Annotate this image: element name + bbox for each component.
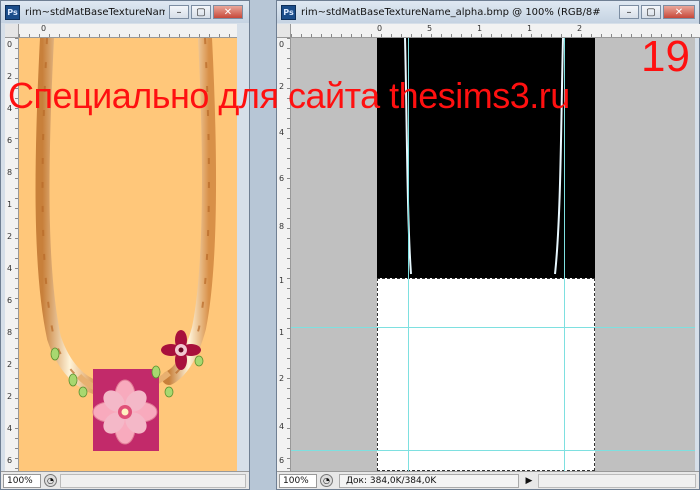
ruler-tick: 8 — [279, 222, 285, 231]
site-watermark: Специально для сайта thesims3.ru — [8, 75, 570, 116]
info-icon[interactable]: ◔ — [320, 474, 333, 487]
left-title-bar[interactable]: Ps rim~stdMatBaseTextureNam... — [1, 1, 249, 23]
step-number: 19 — [641, 32, 690, 81]
left-ruler-top[interactable]: 0 — [19, 24, 237, 38]
left-status-bar: 100% ◔ — [1, 471, 249, 489]
ruler-tick: 4 — [279, 128, 285, 137]
ruler-tick: 2 — [279, 374, 285, 383]
zoom-level-input[interactable]: 100% — [3, 473, 41, 488]
ruler-tick: 6 — [279, 456, 285, 465]
ruler-tick: 4 — [7, 424, 13, 433]
ruler-tick: 6 — [7, 136, 13, 145]
ruler-tick: 0 — [41, 24, 47, 33]
right-window-title: rim~stdMatBaseTextureName_alpha.bmp @ 10… — [301, 6, 601, 18]
minimize-icon[interactable]: – — [169, 5, 189, 19]
document-size-info[interactable]: Док: 384,0K/384,0K — [339, 473, 519, 488]
ruler-tick: 1 — [527, 24, 533, 33]
left-document-window[interactable]: Ps rim~stdMatBaseTextureNam... – ▢ ✕ 0 0… — [0, 0, 250, 490]
right-ruler-top[interactable]: 0 5 1 1 2 — [291, 24, 700, 38]
ruler-tick: 1 — [7, 200, 13, 209]
ruler-tick: 4 — [7, 264, 13, 273]
ruler-tick: 0 — [7, 40, 13, 49]
horizontal-scrollbar[interactable] — [60, 473, 246, 488]
ruler-tick: 1 — [477, 24, 483, 33]
right-ruler-corner — [277, 24, 291, 38]
ruler-tick: 4 — [279, 422, 285, 431]
ruler-tick: 6 — [7, 456, 13, 465]
alpha-chain-lines — [404, 38, 564, 275]
ruler-tick: 8 — [7, 328, 13, 337]
right-document-window[interactable]: Ps rim~stdMatBaseTextureName_alpha.bmp @… — [276, 0, 700, 490]
ruler-tick: 1 — [279, 328, 285, 337]
guide-horizontal-2[interactable] — [291, 450, 695, 451]
zoom-level-input[interactable]: 100% — [279, 473, 317, 488]
ruler-tick: 1 — [279, 276, 285, 285]
ruler-tick: 2 — [7, 392, 13, 401]
right-status-bar: 100% ◔ Док: 384,0K/384,0K ▶ — [277, 471, 699, 489]
ruler-tick: 0 — [377, 24, 383, 33]
close-icon[interactable]: ✕ — [663, 5, 695, 19]
maximize-icon[interactable]: ▢ — [641, 5, 661, 19]
ruler-tick: 6 — [279, 174, 285, 183]
status-menu-arrow-icon[interactable]: ▶ — [523, 474, 535, 488]
ruler-tick: 2 — [7, 360, 13, 369]
horizontal-scrollbar[interactable] — [538, 473, 696, 488]
ruler-tick: 2 — [7, 232, 13, 241]
selection-marquee[interactable] — [377, 278, 595, 471]
ruler-tick: 8 — [7, 168, 13, 177]
maximize-icon[interactable]: ▢ — [191, 5, 211, 19]
ruler-tick: 0 — [279, 40, 285, 49]
info-icon[interactable]: ◔ — [44, 474, 57, 487]
photoshop-icon: Ps — [5, 4, 20, 20]
minimize-icon[interactable]: – — [619, 5, 639, 19]
left-ruler-corner — [5, 24, 19, 38]
ruler-tick: 6 — [7, 296, 13, 305]
close-icon[interactable]: ✕ — [213, 5, 243, 19]
ruler-tick: 5 — [427, 24, 433, 33]
left-window-title: rim~stdMatBaseTextureNam... — [25, 6, 165, 18]
photoshop-icon: Ps — [281, 4, 296, 20]
ruler-tick: 2 — [577, 24, 583, 33]
guide-horizontal-1[interactable] — [291, 327, 695, 328]
